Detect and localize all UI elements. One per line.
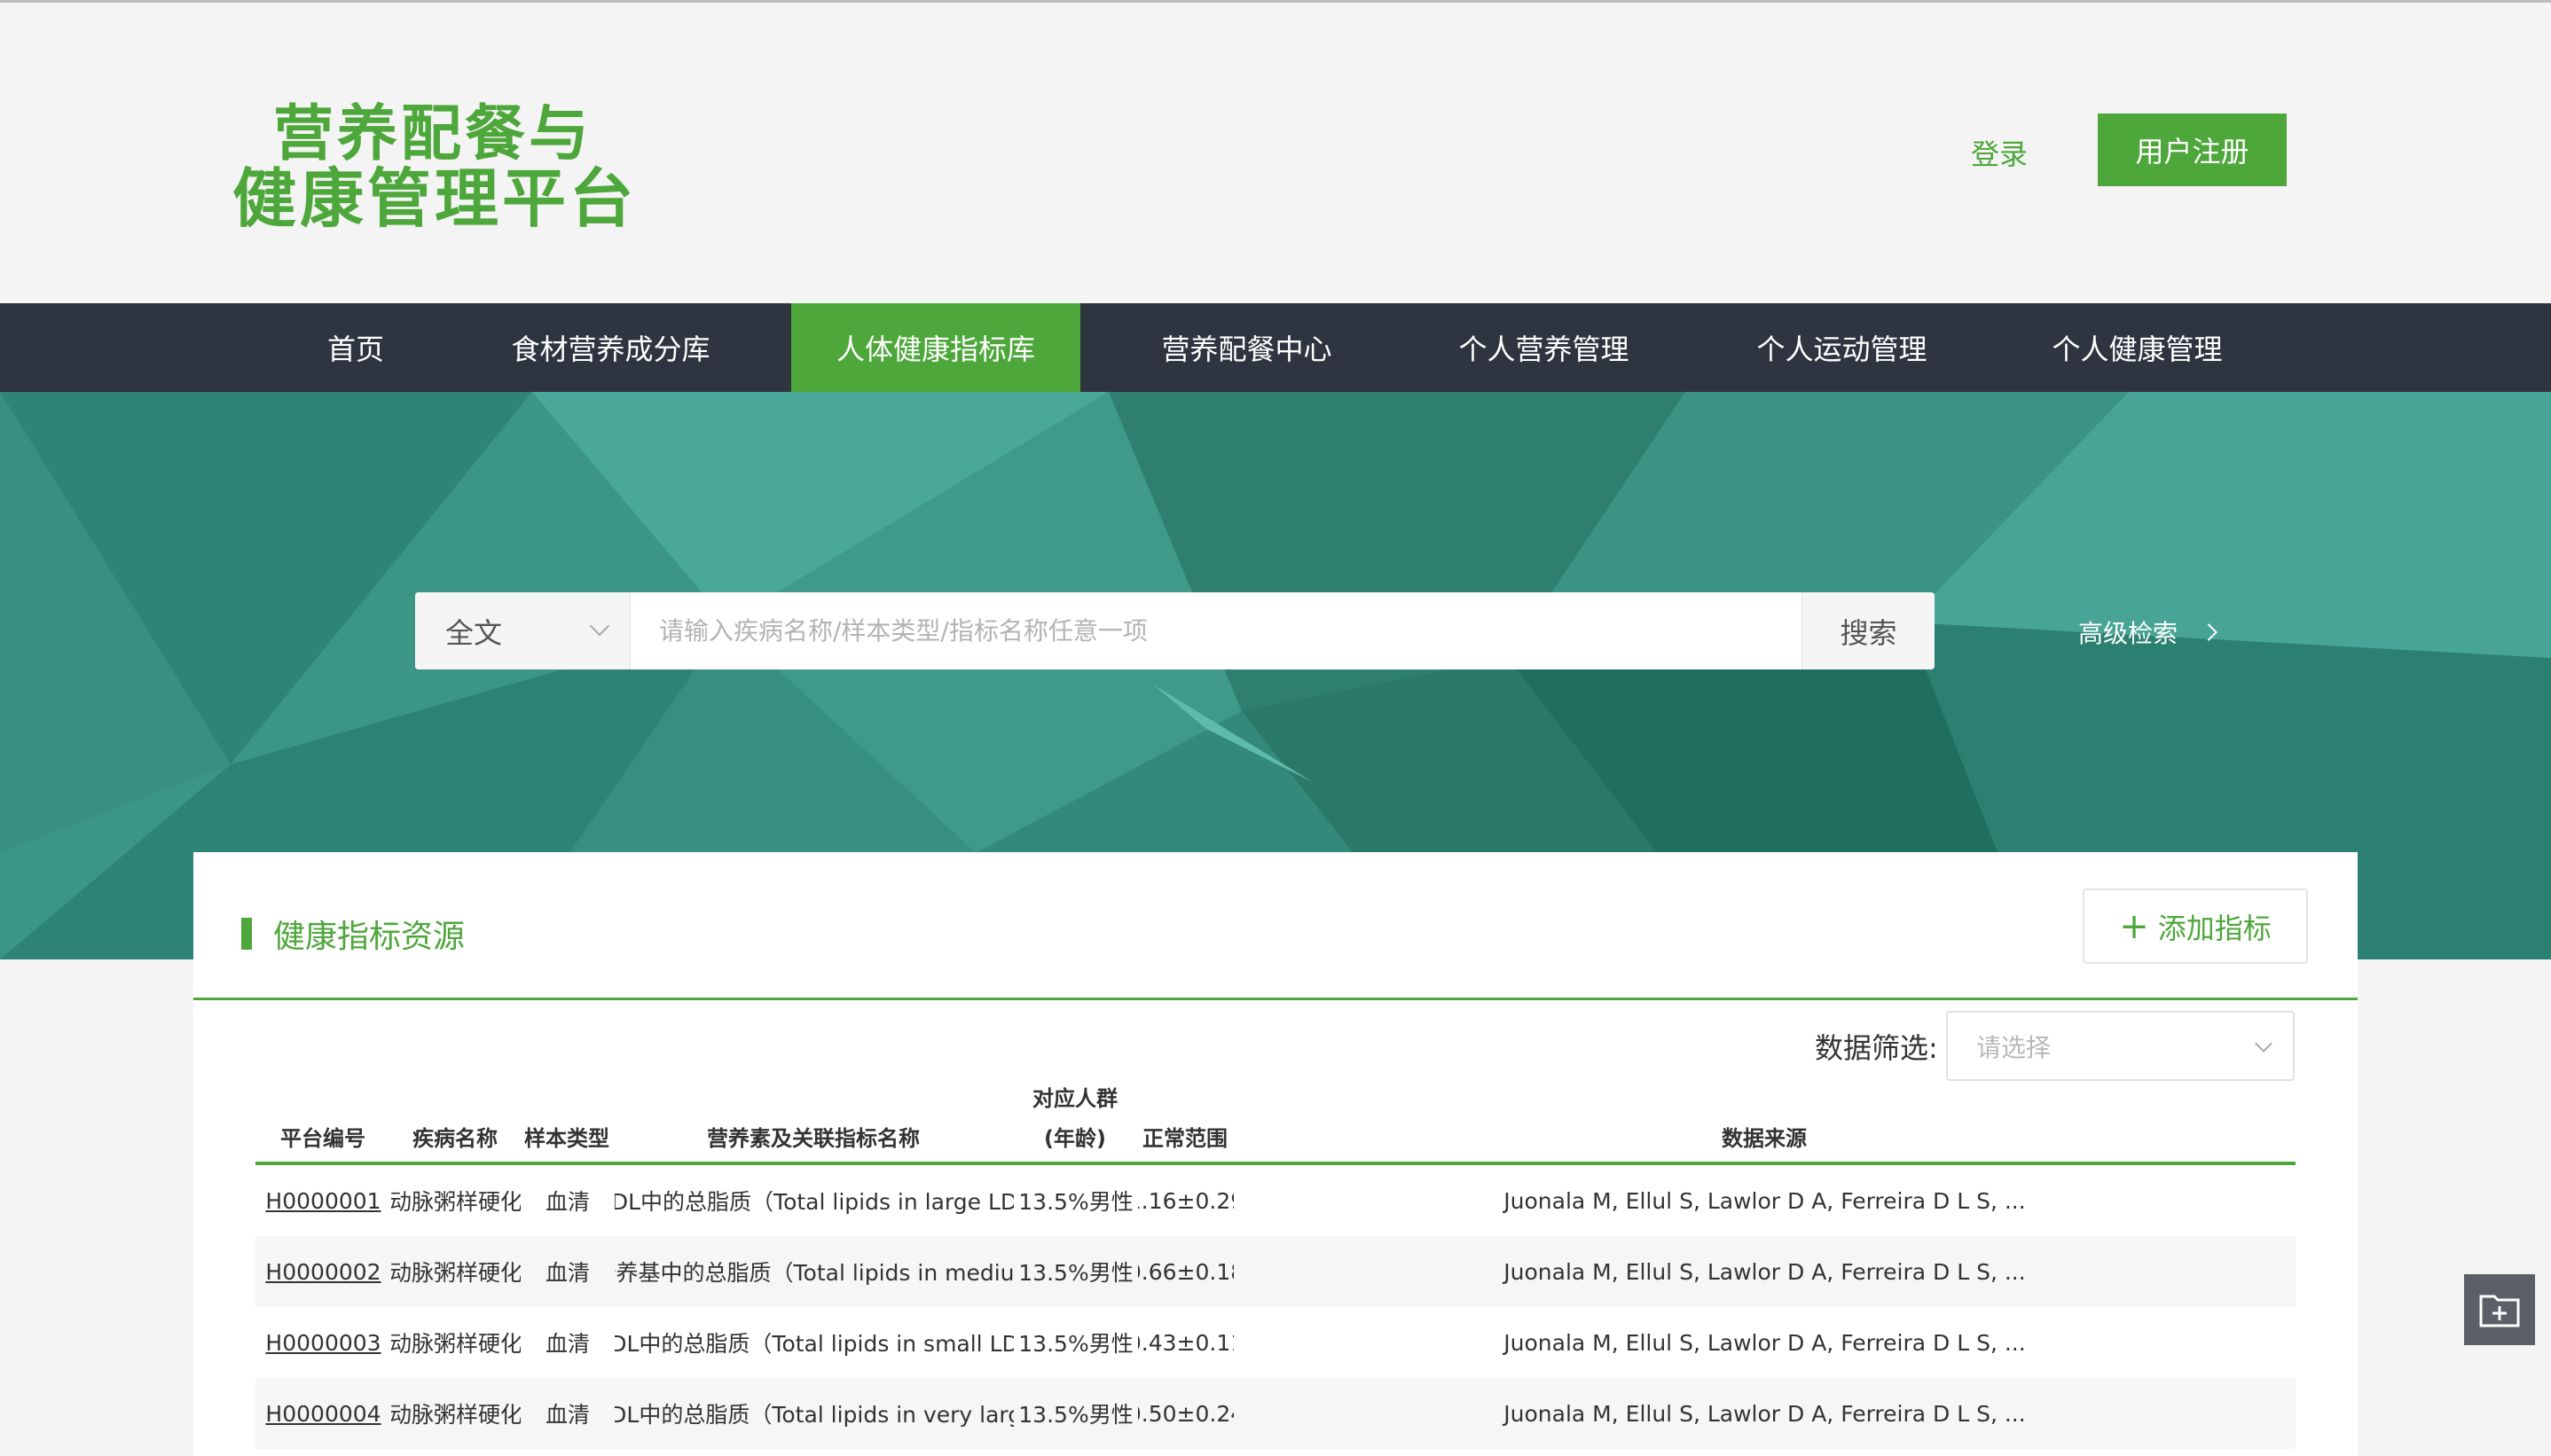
- chevron-down-icon: [589, 615, 610, 637]
- panel-divider: [193, 998, 2358, 1000]
- cell-population: 13.5%男性: [1018, 1189, 1134, 1215]
- site-logo[interactable]: 营养配餐与 健康管理平台: [232, 84, 640, 236]
- cell-sample: 血清: [545, 1402, 590, 1428]
- health-index-panel: 健康指标资源 + 添加指标 数据筛选: 请选择 平台编号 疾病名称 样本类型 营…: [193, 852, 2358, 1456]
- advanced-search-label: 高级检索: [2078, 619, 2178, 648]
- column-header-nutrient: 营养素及关联指标名称: [707, 1126, 920, 1151]
- cell-nutrient: 超大HDL中的总脂质（Total lipids in very large H.…: [615, 1402, 1014, 1428]
- main-nav: 首页 食材营养成分库 人体健康指标库 营养配餐中心 个人营养管理 个人运动管理 …: [0, 303, 2551, 392]
- add-index-button[interactable]: + 添加指标: [2083, 888, 2308, 964]
- cell-id[interactable]: H0000001: [255, 1165, 391, 1236]
- header: 营养配餐与 健康管理平台 登录 用户注册: [0, 3, 2551, 303]
- cell-disease: 动脉粥样硬化: [391, 1189, 521, 1215]
- cell-nutrient: 大LDL中的总脂质（Total lipids in large LDL）: [615, 1189, 1014, 1215]
- search-button[interactable]: 搜索: [1801, 592, 1935, 669]
- cell-source: Juonala M, Ellul S, Lawlor D A, Ferreira…: [1503, 1258, 2026, 1285]
- cell-disease: 动脉粥样硬化: [391, 1402, 521, 1428]
- cell-normal-range: 0.43±0.11: [1138, 1329, 1234, 1356]
- table-row[interactable]: H0000003动脉粥样硬化血清小LDL中的总脂质（Total lipids i…: [255, 1307, 2296, 1378]
- cell-nutrient: LDL培养基中的总脂质（Total lipids in medium L...: [615, 1260, 1014, 1286]
- chevron-down-icon: [2255, 1035, 2272, 1053]
- search-scope-select[interactable]: 全文: [415, 592, 631, 669]
- cell-population: 13.5%男性: [1018, 1402, 1134, 1428]
- search-bar: 全文 搜索: [415, 592, 1935, 669]
- cell-normal-range: 1.16±0.29: [1138, 1187, 1234, 1214]
- register-button[interactable]: 用户注册: [2098, 114, 2287, 186]
- cell-nutrient: 小LDL中的总脂质（Total lipids in small LDL）: [615, 1331, 1014, 1357]
- cell-id[interactable]: H0000004: [255, 1378, 391, 1449]
- nav-item-personal-exercise[interactable]: 个人运动管理: [1719, 303, 1965, 392]
- cell-population: 13.5%男性: [1018, 1260, 1134, 1286]
- cell-sample: 血清: [545, 1260, 590, 1286]
- cell-disease: 动脉粥样硬化: [391, 1331, 521, 1357]
- nav-item-home[interactable]: 首页: [294, 303, 418, 392]
- cell-sample: 血清: [545, 1189, 590, 1215]
- column-header-normal-range: 正常范围: [1142, 1126, 1228, 1151]
- cell-id[interactable]: H0000003: [255, 1307, 391, 1378]
- filter-select[interactable]: 请选择: [1946, 1011, 2295, 1081]
- title-accent-bar: [241, 918, 252, 950]
- nav-item-food-nutrition[interactable]: 食材营养成分库: [486, 303, 735, 392]
- add-index-label: 添加指标: [2157, 911, 2272, 945]
- column-header-sample: 样本类型: [524, 1126, 609, 1151]
- filter-placeholder: 请选择: [1976, 1032, 2052, 1062]
- cell-source: Juonala M, Ellul S, Lawlor D A, Ferreira…: [1503, 1400, 2026, 1427]
- chevron-right-icon: [2200, 623, 2217, 641]
- cell-normal-range: 0.50±0.24: [1138, 1400, 1234, 1427]
- column-header-population: 对应人群: [1032, 1086, 1118, 1111]
- advanced-search-link[interactable]: 高级检索: [2078, 614, 2217, 650]
- panel-title: 健康指标资源: [241, 911, 465, 957]
- cell-id[interactable]: H0000002: [255, 1236, 391, 1307]
- logo-line-2: 健康管理平台: [232, 160, 638, 236]
- plus-icon: +: [2119, 905, 2149, 947]
- cell-source: Juonala M, Ellul S, Lawlor D A, Ferreira…: [1503, 1187, 2026, 1214]
- nav-item-health-index[interactable]: 人体健康指标库: [791, 303, 1080, 392]
- column-header-source: 数据来源: [1722, 1126, 1807, 1151]
- cell-source: Juonala M, Ellul S, Lawlor D A, Ferreira…: [1503, 1329, 2026, 1356]
- table-row[interactable]: H0000001动脉粥样硬化血清大LDL中的总脂质（Total lipids i…: [255, 1165, 2296, 1236]
- cell-population: 13.5%男性: [1018, 1331, 1134, 1357]
- nav-item-personal-nutrition[interactable]: 个人营养管理: [1425, 303, 1663, 392]
- cell-normal-range: 0.66±0.18: [1138, 1258, 1234, 1285]
- column-header-age: (年龄): [1044, 1126, 1106, 1151]
- cell-disease: 动脉粥样硬化: [391, 1260, 521, 1286]
- panel-title-text: 健康指标资源: [273, 919, 466, 955]
- search-input[interactable]: [631, 592, 1801, 669]
- filter-label: 数据筛选:: [1815, 1031, 1938, 1065]
- column-header-id: 平台编号: [280, 1126, 365, 1151]
- search-scope-value: 全文: [445, 615, 503, 650]
- table-row[interactable]: H0000004动脉粥样硬化血清超大HDL中的总脂质（Total lipids …: [255, 1378, 2296, 1449]
- side-action-button[interactable]: [2464, 1274, 2535, 1345]
- cell-sample: 血清: [545, 1331, 590, 1357]
- column-header-disease: 疾病名称: [412, 1126, 498, 1151]
- folder-add-icon: [2479, 1295, 2520, 1327]
- login-link[interactable]: 登录: [1971, 132, 2028, 173]
- nav-item-meal-center[interactable]: 营养配餐中心: [1125, 303, 1369, 392]
- nav-item-personal-health[interactable]: 个人健康管理: [2015, 303, 2259, 392]
- table-row[interactable]: H0000002动脉粥样硬化血清 LDL培养基中的总脂质（Total lipids…: [255, 1236, 2296, 1307]
